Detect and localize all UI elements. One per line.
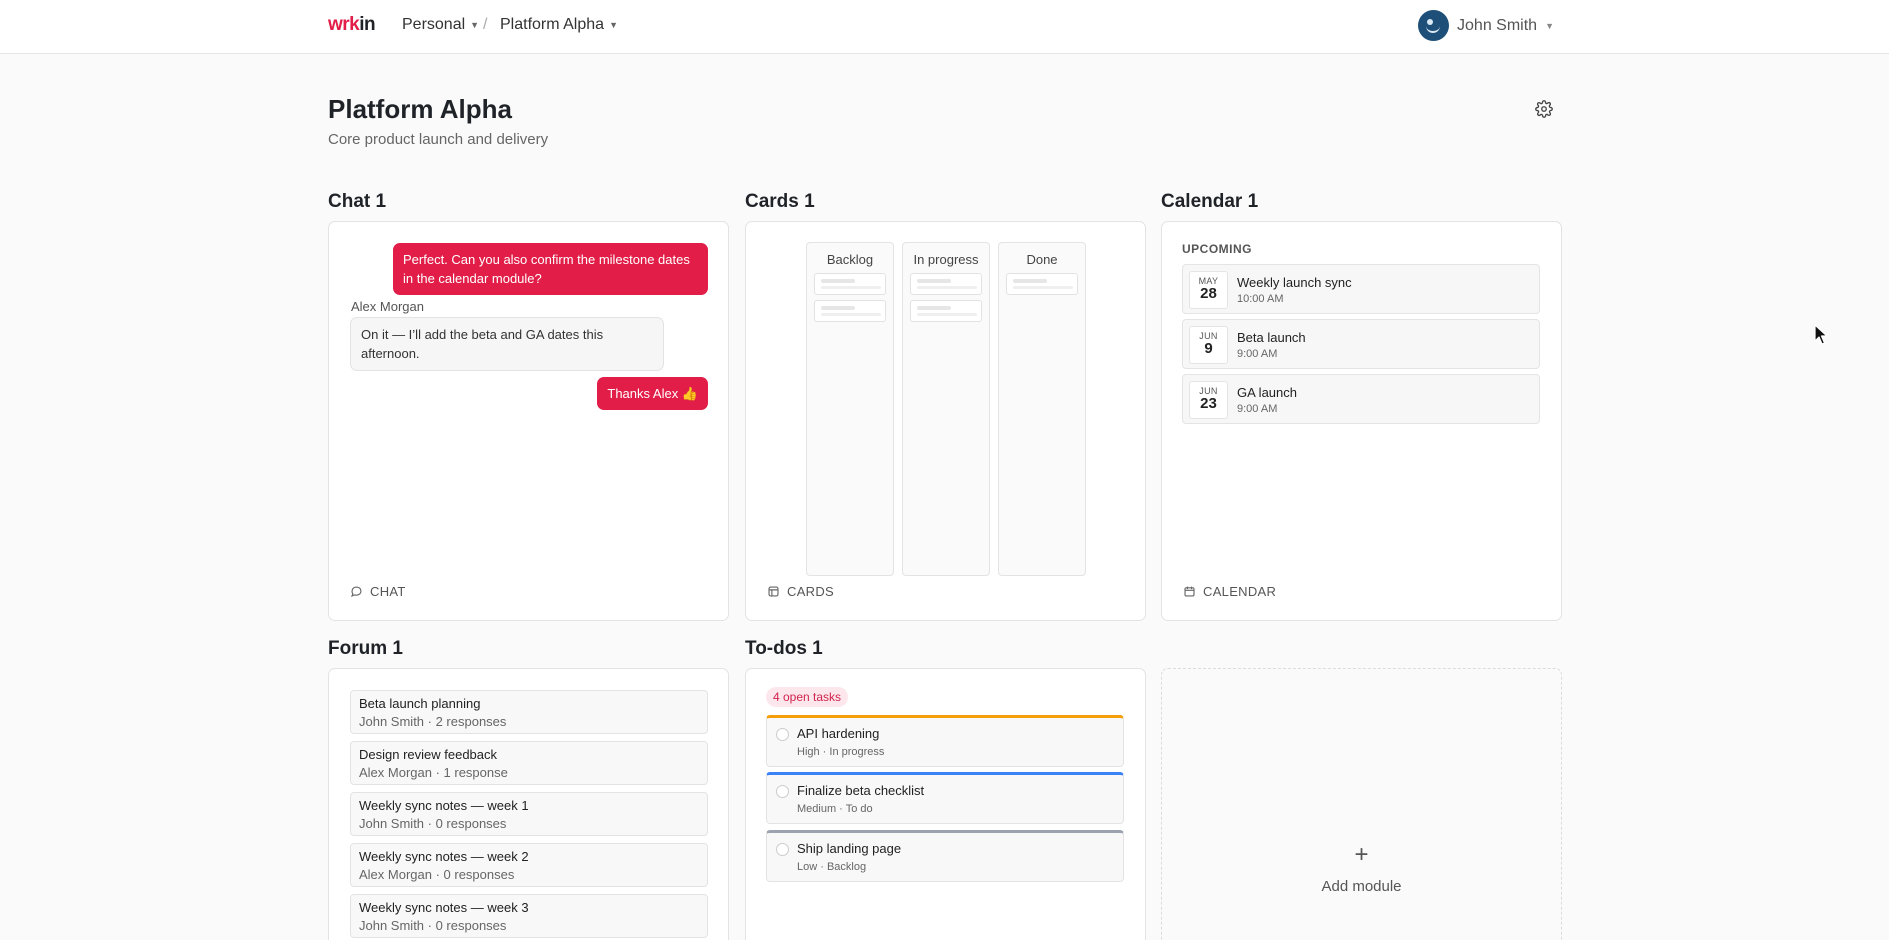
forum-module-title: Forum 1	[328, 638, 403, 659]
forum-thread-meta: John Smith · 0 responses	[359, 918, 507, 933]
forum-thread-title: Weekly sync notes — week 1	[359, 798, 529, 813]
breadcrumb-separator: /	[483, 16, 488, 33]
page-subtitle: Core product launch and delivery	[328, 131, 549, 148]
calendar-module-title: Calendar 1	[1161, 191, 1259, 212]
calendar-module[interactable]: UPCOMING MAY 28 Weekly launch sync 10:00…	[1161, 221, 1562, 621]
forum-thread-title: Beta launch planning	[359, 696, 481, 711]
breadcrumb-project[interactable]: Platform Alpha ▼	[500, 16, 618, 34]
chat-icon	[351, 586, 362, 598]
todo-name: Finalize beta checklist	[797, 783, 925, 798]
add-module-label: Add module	[1321, 878, 1402, 895]
top-bar: wrkin Personal ▼ / Platform Alpha ▼ John…	[0, 0, 1889, 54]
cards-icon	[768, 586, 779, 597]
forum-thread[interactable]: Weekly sync notes — week 2 Alex Morgan ·…	[350, 843, 708, 887]
calendar-event-date: JUN 9	[1189, 326, 1228, 364]
todos-module[interactable]: 4 open tasks API hardening High · In pro…	[745, 668, 1146, 940]
chat-message-outgoing: Thanks Alex 👍	[597, 377, 708, 410]
chevron-down-icon: ▼	[1545, 20, 1554, 31]
page-title: Platform Alpha	[328, 94, 512, 124]
calendar-event-time: 10:00 AM	[1237, 293, 1284, 305]
forum-thread-meta: Alex Morgan · 0 responses	[359, 867, 515, 882]
board-column-label: Done	[1026, 252, 1058, 267]
calendar-event-time: 9:00 AM	[1237, 348, 1278, 360]
todo-meta: Medium · To do	[797, 803, 873, 815]
todo-name: API hardening	[797, 726, 880, 741]
chat-message-incoming: On it — I’ll add the beta and GA dates t…	[350, 317, 664, 371]
chat-module[interactable]: Perfect. Can you also confirm the milest…	[328, 221, 729, 621]
calendar-footer-label: CALENDAR	[1203, 584, 1277, 599]
todo-checkbox[interactable]	[776, 843, 789, 856]
add-module-button[interactable]: + Add module	[1161, 668, 1562, 940]
board-column-done: Done	[998, 242, 1086, 576]
calendar-icon	[1184, 586, 1195, 597]
forum-thread[interactable]: Weekly sync notes — week 1 John Smith · …	[350, 792, 708, 836]
board-card[interactable]	[814, 273, 886, 295]
chevron-down-icon: ▼	[470, 20, 480, 30]
board-column-label: Backlog	[826, 252, 874, 267]
chat-module-title: Chat 1	[328, 191, 387, 212]
breadcrumb-workspace-label: Personal	[402, 16, 466, 33]
forum-thread-title: Design review feedback	[359, 747, 498, 762]
calendar-event-time: 9:00 AM	[1237, 403, 1278, 415]
mouse-cursor-icon	[1814, 324, 1828, 345]
cards-module[interactable]: Backlog In progress Done CARDS	[745, 221, 1146, 621]
calendar-module-footer[interactable]: CALENDAR	[1183, 584, 1276, 599]
calendar-event[interactable]: JUN 23 GA launch 9:00 AM	[1182, 374, 1540, 424]
forum-module[interactable]: Beta launch planning John Smith · 2 resp…	[328, 668, 729, 940]
chevron-down-icon: ▼	[609, 20, 618, 30]
calendar-event-date: MAY 28	[1189, 271, 1228, 309]
open-tasks-badge: 4 open tasks	[766, 687, 849, 707]
board-card[interactable]	[1006, 273, 1078, 295]
gear-icon[interactable]	[1535, 100, 1553, 118]
plus-icon: +	[1354, 841, 1369, 868]
todo-item[interactable]: API hardening High · In progress	[766, 715, 1124, 767]
board-column-in-progress: In progress	[902, 242, 990, 576]
board-column-label: In progress	[913, 252, 979, 267]
board-card[interactable]	[814, 300, 886, 322]
breadcrumb-workspace[interactable]: Personal ▼	[402, 16, 479, 34]
user-menu[interactable]: John Smith ▼	[1418, 10, 1554, 41]
avatar	[1418, 10, 1450, 41]
calendar-event[interactable]: JUN 9 Beta launch 9:00 AM	[1182, 319, 1540, 369]
calendar-event-name: Weekly launch sync	[1237, 275, 1352, 290]
calendar-event[interactable]: MAY 28 Weekly launch sync 10:00 AM	[1182, 264, 1540, 314]
calendar-event-name: GA launch	[1237, 385, 1297, 400]
calendar-event-name: Beta launch	[1237, 330, 1306, 345]
forum-thread-title: Weekly sync notes — week 2	[359, 849, 529, 864]
forum-thread[interactable]: Weekly sync notes — week 3 John Smith · …	[350, 894, 708, 938]
forum-thread[interactable]: Design review feedback Alex Morgan · 1 r…	[350, 741, 708, 785]
breadcrumb-project-label: Platform Alpha	[500, 16, 605, 33]
board-card[interactable]	[910, 300, 982, 322]
chat-message-author: Alex Morgan	[351, 299, 424, 314]
logo[interactable]: wrkin	[328, 14, 376, 36]
todo-checkbox[interactable]	[776, 785, 789, 798]
chat-footer-label: CHAT	[370, 584, 406, 599]
todo-checkbox[interactable]	[776, 728, 789, 741]
forum-thread-meta: Alex Morgan · 1 response	[359, 765, 508, 780]
chat-module-footer[interactable]: CHAT	[350, 584, 406, 599]
forum-thread-title: Weekly sync notes — week 3	[359, 900, 529, 915]
todos-module-title: To-dos 1	[745, 638, 823, 659]
todo-meta: Low · Backlog	[797, 861, 867, 873]
calendar-section-label: UPCOMING	[1182, 242, 1252, 256]
user-name: John Smith	[1457, 16, 1538, 34]
todo-item[interactable]: Ship landing page Low · Backlog	[766, 830, 1124, 882]
todo-meta: High · In progress	[797, 746, 885, 758]
todo-item[interactable]: Finalize beta checklist Medium · To do	[766, 772, 1124, 824]
cards-module-title: Cards 1	[745, 191, 815, 212]
chat-message-outgoing: Perfect. Can you also confirm the milest…	[393, 243, 708, 295]
board-card[interactable]	[910, 273, 982, 295]
calendar-event-date: JUN 23	[1189, 381, 1228, 419]
cards-footer-label: CARDS	[787, 584, 835, 599]
todo-name: Ship landing page	[797, 841, 902, 856]
cards-module-footer[interactable]: CARDS	[767, 584, 834, 599]
forum-thread-meta: John Smith · 2 responses	[359, 714, 507, 729]
forum-thread-meta: John Smith · 0 responses	[359, 816, 507, 831]
board-column-backlog: Backlog	[806, 242, 894, 576]
forum-thread[interactable]: Beta launch planning John Smith · 2 resp…	[350, 690, 708, 734]
